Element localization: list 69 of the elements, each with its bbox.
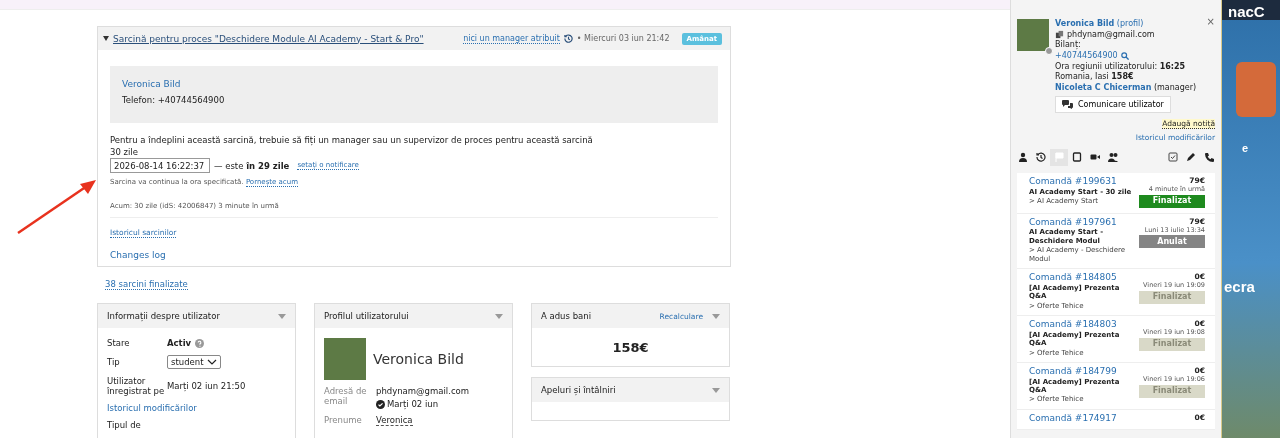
profile-link[interactable]: (profil) (1116, 19, 1144, 28)
email-address: phdynam@gmail.com (376, 386, 471, 396)
first-name-value[interactable]: Veronica (376, 415, 413, 426)
card-title: Apeluri și întâlniri (541, 385, 616, 395)
manager-link[interactable]: nici un manager atribuit (463, 33, 560, 44)
order-status: Finalizat (1139, 194, 1205, 208)
order-link[interactable]: Comandă #199631 (1029, 175, 1137, 187)
email-date: Marți 02 iun (387, 399, 439, 409)
task-title-link[interactable]: Sarcină pentru proces "Deschidere Module AI Academy - Start & Pro" (113, 33, 424, 44)
location-text: Romania, Iasi 158€ (1055, 72, 1135, 82)
dropdown-caret-icon[interactable] (495, 313, 503, 319)
changes-log-link[interactable]: Changes log (110, 250, 166, 260)
card-title: Informații despre utilizator (107, 311, 220, 321)
background-shape (1236, 62, 1276, 117)
datetime-field[interactable]: 2026-08-14 16:22:37 (110, 158, 210, 173)
history-icon[interactable] (563, 34, 573, 43)
order-status: Anulat (1139, 235, 1205, 249)
balance-label: Bilanț: (1055, 40, 1082, 50)
registered-date: Marți 02 iun 21:50 (167, 381, 247, 391)
chevron-down-icon (207, 359, 217, 365)
dropdown-caret-icon[interactable] (712, 313, 720, 319)
manager-role: (manager) (1153, 83, 1197, 93)
contact-name: Veronica Bild (122, 79, 182, 89)
region-time: Ora regiunii utilizatorului: 16:25 (1055, 61, 1187, 71)
order-status: Finalizat (1139, 384, 1205, 398)
relative-time: — este în 29 zile (214, 160, 290, 171)
field-label: Stare (107, 338, 131, 348)
order-link[interactable]: Comandă #184805 (1029, 271, 1137, 283)
collapse-caret-icon[interactable] (103, 36, 109, 41)
profile-name: Veronica Bild (373, 351, 464, 367)
dropdown-caret-icon[interactable] (712, 387, 720, 393)
background-page-text: ecra (1224, 278, 1255, 295)
help-icon[interactable] (195, 338, 205, 348)
close-button[interactable]: × (1206, 16, 1215, 27)
order-link[interactable]: Comandă #184799 (1029, 365, 1137, 377)
finished-tasks-link[interactable]: 38 sarcini finalizate (105, 279, 188, 290)
field-label: Utilizator înregistrat pe (107, 376, 166, 396)
revenue-amount: 158€ (611, 338, 650, 357)
order-status: Finalizat (1139, 290, 1205, 304)
order-link[interactable]: Comandă #174917 (1029, 412, 1140, 424)
manager-link[interactable]: Nicoleta C Chicerman (1055, 83, 1152, 93)
duration-text: 30 zile (110, 147, 139, 157)
permission-notice: Pentru a îndeplini această sarcină, trebuie să fiți un manager sau un supervizor de proces pentru această sarcină (110, 135, 594, 145)
contact-phone: Telefon: +40744564900 (122, 95, 226, 105)
dropdown-caret-icon[interactable] (278, 313, 286, 319)
task-date: • Miercuri 03 iun 21:42 (576, 34, 670, 43)
background-page-text: e (1242, 142, 1249, 154)
card-title: Profilul utilizatorului (324, 311, 409, 321)
order-status: Finalizat (1139, 337, 1205, 351)
order-link[interactable]: Comandă #197961 (1029, 216, 1137, 228)
photo-placeholder (324, 338, 366, 380)
type-select[interactable]: student (167, 355, 221, 369)
field-label: Adresă de email (324, 386, 368, 408)
field-label: Prenume (324, 415, 363, 426)
change-history-link[interactable]: Istoricul modificărilor (107, 403, 197, 413)
field-label: Tip (107, 357, 121, 367)
copy-icon[interactable] (1055, 29, 1064, 39)
status-value: Activ (167, 338, 192, 348)
chat-icon (1062, 99, 1073, 109)
contact-user-button[interactable]: Comunicare utilizator (1055, 95, 1171, 113)
order-link[interactable]: Comandă #184803 (1029, 318, 1137, 330)
email-address: phdynam@gmail.com (1067, 29, 1155, 39)
card-title: A adus bani (541, 311, 591, 321)
field-label: Tipul de (107, 420, 142, 430)
check-icon (376, 399, 385, 409)
user-name-link[interactable]: Veronica Bild (1055, 19, 1115, 28)
background-page-text: nacC (1228, 3, 1265, 20)
search-icon[interactable] (1120, 51, 1129, 60)
phone-link[interactable]: +40744564900 (1055, 51, 1118, 61)
